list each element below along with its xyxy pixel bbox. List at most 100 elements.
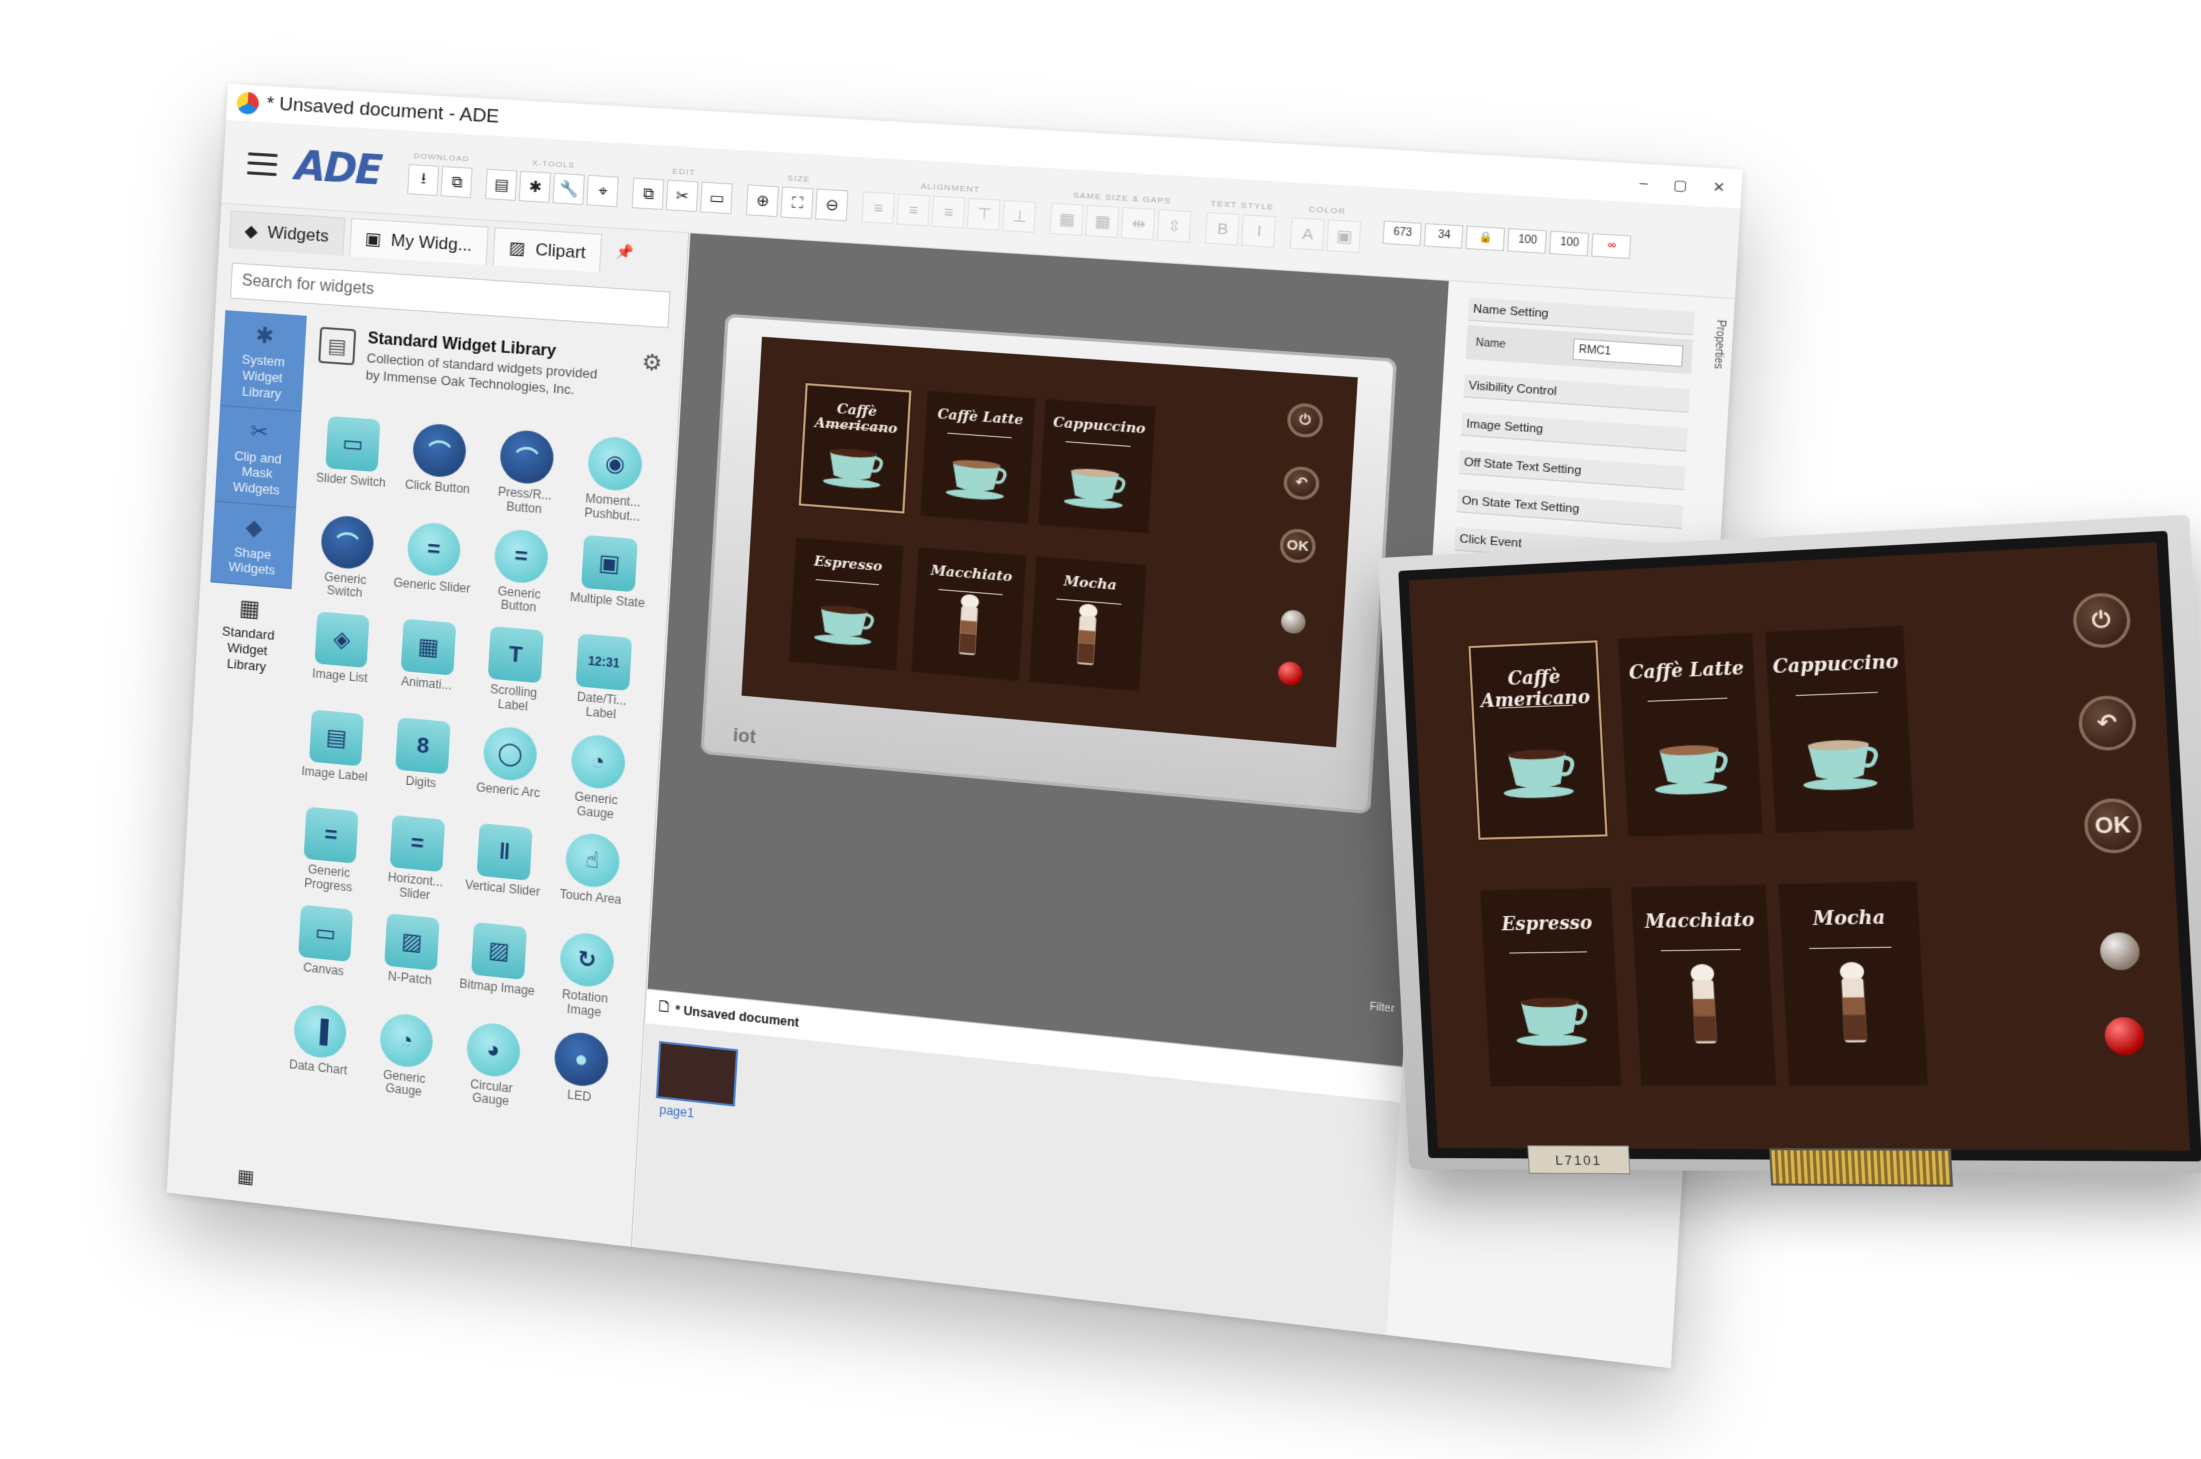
menu-item-card[interactable]: Cappuccino [1765, 626, 1913, 832]
lock-icon[interactable]: 🔒 [1465, 225, 1506, 251]
widget-item[interactable]: ▤ Image Label [294, 708, 377, 799]
prop-off-state-text[interactable]: Off State Text Setting [1458, 450, 1686, 491]
widget-item[interactable]: ▦ Animati... [386, 618, 470, 709]
prop-image-setting[interactable]: Image Setting [1461, 412, 1688, 452]
maximize-button[interactable]: ▢ [1673, 176, 1688, 194]
widget-item[interactable]: = Generic Progress [289, 806, 372, 897]
minimize-button[interactable]: – [1639, 175, 1648, 193]
prop-on-state-text[interactable]: On State Text Setting [1456, 488, 1684, 530]
pin-icon[interactable]: ⌖ [586, 174, 620, 208]
y-field[interactable]: 34 [1424, 222, 1464, 249]
download-icon[interactable]: ⭳ [407, 164, 440, 197]
align-middle-icon[interactable]: ⊥ [1002, 199, 1037, 234]
menu-item-card[interactable]: Mocha [1779, 881, 1927, 1085]
gear-icon[interactable]: ⚙ [641, 349, 663, 377]
widget-item[interactable]: ▭ Slider Switch [311, 415, 394, 505]
tab-clipart[interactable]: ▨ Clipart [492, 227, 603, 273]
widget-item[interactable]: ‖ Vertical Slider [462, 822, 546, 914]
tab-my-widgets[interactable]: ▣ My Widg... [348, 217, 489, 266]
x-field[interactable]: 673 [1383, 220, 1423, 246]
menu-item-card[interactable]: Caffè Americano [798, 383, 911, 514]
italic-icon[interactable]: I [1241, 214, 1277, 248]
widget-item[interactable]: T Scrolling Label [473, 625, 557, 717]
menu-item-card[interactable]: Cappuccino [1039, 400, 1155, 533]
menu-item-card[interactable]: Mocha [1030, 556, 1146, 690]
fit-icon[interactable]: ⛶ [780, 186, 815, 220]
widget-item[interactable]: ◔ Generic Gauge [364, 1010, 447, 1103]
widget-item[interactable]: ☝ Touch Area [549, 831, 634, 924]
widget-item[interactable]: ◯ Generic Arc [467, 724, 551, 816]
bold-icon[interactable]: B [1205, 212, 1241, 246]
menu-item-card[interactable]: Espresso [790, 537, 902, 670]
widget-item[interactable]: ▐ Data Chart [278, 1001, 361, 1093]
widget-item[interactable]: ◔ Generic Gauge [555, 732, 640, 824]
hamburger-menu-icon[interactable] [246, 151, 278, 176]
grid-view-icon[interactable]: ▦ [236, 1166, 254, 1189]
power-button[interactable]: ⏻ [1286, 402, 1324, 438]
height-field[interactable]: 100 [1549, 230, 1590, 256]
menu-item-card[interactable]: Caffè Latte [921, 391, 1035, 524]
knob-button[interactable] [2098, 931, 2141, 971]
same-height-icon[interactable]: ▦ [1085, 204, 1120, 239]
align-center-icon[interactable]: ≡ [896, 193, 931, 227]
editor-screen[interactable]: Caffè Americano Caffè Latte Cappuccino Espr… [741, 336, 1358, 748]
menu-item-card[interactable]: Macchiato [912, 547, 1026, 680]
menu-item-card[interactable]: Macchiato [1631, 885, 1775, 1085]
widget-item[interactable]: ▨ Bitmap Image [456, 921, 540, 1014]
widget-item[interactable]: ▣ Multiple State [566, 533, 651, 625]
power-button[interactable]: ⏻ [2071, 592, 2132, 649]
ok-button[interactable]: OK [2082, 798, 2143, 855]
widget-item[interactable]: ◉ Moment... Pushbut... [572, 434, 657, 525]
prop-visibility-control[interactable]: Visibility Control [1463, 373, 1691, 413]
filter-label[interactable]: Filter [1369, 1001, 1394, 1015]
widget-item[interactable]: ◈ Image List [300, 610, 383, 701]
widget-item[interactable]: ▭ Canvas [283, 903, 366, 995]
widget-item[interactable]: 8 Digits [380, 716, 463, 807]
category-clip-and-mask[interactable]: ✂ Clip and Mask Widgets [214, 406, 302, 509]
zoom-in-icon[interactable]: ⊕ [746, 184, 780, 218]
widget-item[interactable]: ● LED [538, 1028, 623, 1121]
category-shape-widgets[interactable]: ◆ Shape Widgets [210, 501, 297, 590]
width-field[interactable]: 100 [1507, 227, 1548, 254]
widget-item[interactable]: ⌒ Generic Switch [305, 513, 388, 603]
knob-button[interactable] [1280, 609, 1307, 635]
link-icon[interactable]: ∞ [1591, 232, 1632, 259]
widget-item[interactable]: 12:31 Date/Ti... Label [560, 633, 645, 725]
menu-item-card[interactable]: Espresso [1480, 888, 1621, 1086]
align-top-icon[interactable]: ⊤ [967, 197, 1002, 231]
back-button[interactable]: ↶ [1283, 465, 1320, 501]
cut-icon[interactable]: ✂ [666, 179, 700, 213]
copy-icon[interactable]: ⧉ [632, 177, 665, 211]
server-icon[interactable]: ▤ [485, 168, 518, 201]
menu-item-card[interactable]: Caffè Latte [1618, 633, 1762, 836]
widget-item[interactable]: = Generic Slider [391, 520, 475, 611]
puzzle-icon[interactable]: ✱ [519, 170, 552, 204]
widget-item[interactable]: ⌒ Press/R... Button [484, 428, 568, 519]
page-thumbnail[interactable] [655, 1041, 739, 1107]
zoom-out-icon[interactable]: ⊖ [815, 188, 849, 222]
back-button[interactable]: ↶ [2077, 695, 2138, 752]
widget-item[interactable]: ↻ Rotation Image [544, 929, 629, 1022]
widget-item[interactable]: = Generic Button [478, 526, 562, 617]
close-button[interactable]: ✕ [1712, 179, 1726, 197]
tab-widgets[interactable]: ◆ Widgets [228, 210, 345, 256]
paste-icon[interactable]: ▭ [700, 181, 734, 215]
name-input[interactable]: RMC1 [1572, 338, 1684, 368]
menu-item-card[interactable]: Caffè Americano [1468, 640, 1608, 840]
h-gap-icon[interactable]: ⇹ [1121, 206, 1156, 241]
fill-color-icon[interactable]: ▣ [1326, 219, 1362, 254]
category-standard-widget-library[interactable]: ▦ Standard Widget Library [205, 582, 292, 685]
same-width-icon[interactable]: ▦ [1049, 202, 1085, 236]
align-right-icon[interactable]: ≡ [932, 195, 966, 229]
properties-tab[interactable]: Properties [1711, 319, 1727, 369]
align-left-icon[interactable]: ≡ [861, 191, 896, 225]
widget-item[interactable]: ⌒ Click Button [397, 421, 481, 511]
v-gap-icon[interactable]: ⇳ [1157, 209, 1192, 243]
widget-item[interactable]: ▨ N-Patch [369, 912, 452, 1004]
widget-item[interactable]: = Horizont... Slider [375, 814, 458, 906]
pin-panel-icon[interactable]: 📌 [615, 242, 634, 260]
text-color-icon[interactable]: A [1290, 217, 1326, 251]
copy-icon[interactable]: ⧉ [440, 166, 474, 199]
widget-item[interactable]: ◕ Circular Gauge [451, 1019, 535, 1112]
category-system-widget-library[interactable]: ✱ System Widget Library [220, 310, 307, 413]
